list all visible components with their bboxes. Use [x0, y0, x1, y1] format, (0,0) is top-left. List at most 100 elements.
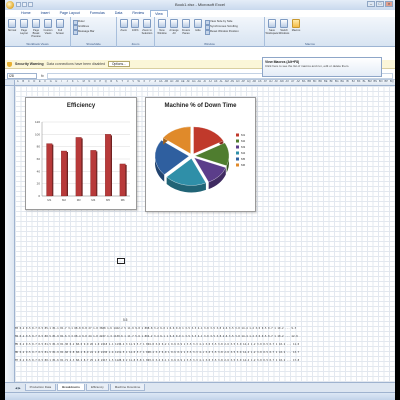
- name-box[interactable]: I28: [7, 72, 37, 79]
- table-row[interactable]: M7 0.2 0.5 0.7 0.5 80.1 81.6 81.71 4.3 6…: [15, 357, 385, 365]
- excel-window: Book1.xlsx - Microsoft Excel – □ × Home …: [5, 0, 395, 400]
- side-by-side-button[interactable]: View Side by Side: [205, 19, 239, 25]
- bar-side: [96, 151, 98, 196]
- sheet-tab-efficiency[interactable]: Efficiency: [85, 384, 109, 391]
- legend-swatch: [236, 157, 239, 161]
- sheet-tab-machine-downtime[interactable]: Machine Downtime: [109, 384, 146, 391]
- tab-review[interactable]: Review: [128, 10, 148, 17]
- tab-home[interactable]: Home: [17, 10, 35, 17]
- zoom-100-icon: [131, 19, 140, 28]
- window-controls: – □ ×: [367, 1, 393, 7]
- save-workspace-icon: [268, 19, 276, 28]
- first-sheet-icon[interactable]: ◀: [15, 386, 17, 390]
- fx-icon[interactable]: fx: [41, 74, 44, 78]
- tooltip-body: Click here to see the list of macros and…: [265, 64, 350, 68]
- x-tick-label: M3: [77, 198, 81, 202]
- table-row[interactable]: M4 0.2 0.5 0.7 0.5 80.5 81.9 81.6 3.3 68…: [15, 333, 385, 341]
- legend-label: M4: [241, 151, 245, 155]
- magnifier-icon: [119, 19, 128, 28]
- data-table: M3 0.2 0.5 0.7 0.5 85.1 81.1 81.7 3.1 68…: [15, 325, 385, 365]
- close-button[interactable]: ×: [385, 1, 393, 7]
- legend-swatch: [236, 145, 239, 149]
- quick-access-toolbar: [16, 2, 33, 7]
- bar-side: [52, 144, 54, 196]
- x-tick-label: M2: [62, 198, 66, 202]
- minimize-button[interactable]: –: [367, 1, 375, 7]
- active-cell[interactable]: [117, 258, 125, 264]
- group-show-hide: Ruler Gridlines Message Bar Show/Hide: [71, 17, 117, 47]
- tab-formulas[interactable]: Formulas: [86, 10, 109, 17]
- y-tick-label: 20: [37, 182, 41, 186]
- group-zoom: Zoom 100% Zoom to Selection Zoom: [117, 17, 155, 47]
- row-headers[interactable]: [5, 86, 15, 382]
- y-tick-label: 80: [37, 145, 41, 149]
- tab-view[interactable]: View: [150, 10, 168, 17]
- security-options-button[interactable]: Options...: [108, 61, 130, 67]
- new-window-icon: [158, 19, 166, 28]
- bar-side: [110, 135, 112, 196]
- table-row[interactable]: M5 0.2 0.5 0.7 0.5 81.5 81.9 81.30 0.2 6…: [15, 341, 385, 349]
- switch-windows-icon: [280, 19, 288, 28]
- sync-scrolling-button[interactable]: Synchronous Scrolling: [205, 24, 239, 30]
- tab-data[interactable]: Data: [111, 10, 127, 17]
- save-icon[interactable]: [16, 2, 21, 7]
- tab-page-layout[interactable]: Page Layout: [56, 10, 84, 17]
- sheet-tab-breakdowns[interactable]: Breakdowns: [57, 384, 85, 391]
- bar: [46, 143, 53, 197]
- group-window: New Window Arrange All Freeze Panes Hide…: [155, 17, 265, 47]
- table-row[interactable]: M6 0.2 0.5 0.7 0.5 81.5 81.9 81.60 0.8 6…: [15, 349, 385, 357]
- legend-swatch: [236, 139, 239, 143]
- zoom-selection-icon: [143, 19, 151, 28]
- tab-insert[interactable]: Insert: [37, 10, 54, 17]
- full-screen-icon: [56, 19, 64, 28]
- sheet-nav: ◀ ▶: [15, 386, 21, 390]
- bar: [105, 134, 111, 197]
- downtime-pie-chart[interactable]: Machine % of Down Time M1 M2 M3 M4 M5 M6: [145, 97, 256, 212]
- shield-icon: [7, 61, 12, 67]
- y-tick-label: 40: [37, 169, 41, 173]
- freeze-panes-icon: [182, 19, 190, 28]
- bar: [90, 150, 97, 197]
- bar-side: [81, 138, 83, 196]
- page-layout-icon: [20, 19, 28, 28]
- message-bar-checkbox[interactable]: Message Bar: [73, 29, 94, 35]
- security-warning-message: Data connections have been disabled: [46, 62, 106, 66]
- legend-swatch: [236, 151, 239, 155]
- security-warning-title: Security Warning: [15, 62, 44, 66]
- office-button[interactable]: [6, 1, 14, 9]
- macros-tooltip: View Macros (Alt+F8) Click here to see t…: [262, 57, 382, 77]
- hide-window-icon: [194, 19, 202, 28]
- next-sheet-icon[interactable]: ▶: [18, 386, 20, 390]
- maximize-button[interactable]: □: [376, 1, 384, 7]
- window-title: Book1.xlsx - Microsoft Excel: [174, 2, 225, 7]
- normal-view-icon: [8, 19, 16, 28]
- x-tick-label: M6: [121, 198, 125, 202]
- downtime-pie-plot: M1 M2 M3 M4 M5 M6: [154, 126, 245, 193]
- bar: [119, 163, 126, 197]
- undo-icon[interactable]: [22, 2, 27, 7]
- bar: [61, 150, 67, 197]
- macros-icon: [292, 19, 300, 28]
- sheet-tab-production-data[interactable]: Production Data: [24, 384, 57, 391]
- efficiency-bar-plot: 0 20 40 60 80 100 120 M1 M2 M3 M4 M5 M6: [35, 120, 130, 202]
- gridlines-checkbox[interactable]: Gridlines: [73, 24, 94, 30]
- legend-label: M3: [241, 145, 245, 149]
- group-workbook-views: Normal Page Layout Page Break Preview Cu…: [5, 17, 71, 47]
- x-tick-label: M5: [106, 198, 110, 202]
- column-header[interactable]: BR: [395, 80, 396, 83]
- sheet-tab-bar: ◀ ▶ Production Data Breakdowns Efficienc…: [5, 382, 395, 392]
- y-tick-label: 120: [35, 120, 40, 124]
- table-row[interactable]: M3 0.2 0.5 0.7 0.5 85.1 81.1 81.7 3.1 68…: [15, 325, 385, 333]
- efficiency-chart[interactable]: Efficiency 0 20 40 60 80 100 120 M1 M2 M3 M4 M5 M6: [25, 97, 137, 210]
- title-bar: Book1.xlsx - Microsoft Excel – □ ×: [5, 0, 395, 10]
- page-break-icon: [32, 19, 40, 28]
- bar: [75, 137, 82, 197]
- y-tick-label: 100: [35, 132, 40, 136]
- group-macros: Save Workspace Switch Windows Macros Mac…: [265, 17, 355, 47]
- custom-views-icon: [44, 19, 52, 28]
- reset-window-position-button[interactable]: Reset Window Position: [205, 29, 239, 35]
- ruler-checkbox[interactable]: Ruler: [73, 19, 94, 25]
- redo-icon[interactable]: [28, 2, 33, 7]
- arrange-all-icon: [170, 19, 178, 28]
- legend-swatch: [236, 133, 239, 137]
